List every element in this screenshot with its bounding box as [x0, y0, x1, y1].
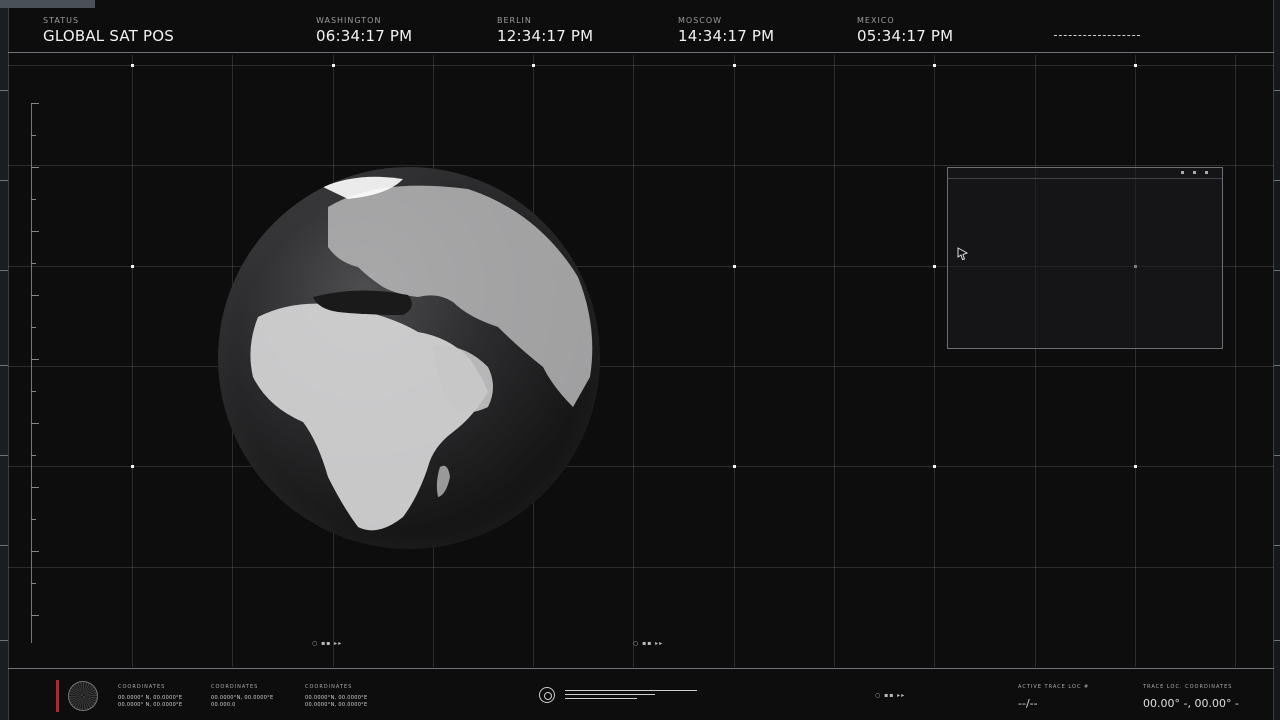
- coordinates-label: COORDINATES: [305, 684, 353, 690]
- clock-city: BERLIN: [497, 16, 532, 25]
- radar-dial-icon[interactable]: [68, 681, 98, 711]
- clock-city: MEXICO: [857, 16, 895, 25]
- coordinates-line: 00.000.0: [211, 702, 236, 708]
- header-dashed-divider: [1054, 35, 1140, 36]
- signal-bars: [565, 690, 697, 702]
- trace-coordinates-value: 00.00° -, 00.00° -: [1143, 697, 1239, 710]
- active-trace: ACTIVE TRACE LOC # --/--: [1018, 684, 1089, 710]
- indicator-bottom: ○ ▪▪ ▸▸: [875, 692, 906, 699]
- coordinates-block-1: COORDINATES 00.0000° N, 00.0000°E 00.000…: [118, 684, 182, 709]
- clock-washington: WASHINGTON 06:34:17 PM: [316, 16, 412, 45]
- alert-marker: [56, 680, 59, 712]
- coordinates-block-3: COORDINATES 00.0000°N, 00.0000°E 00.0000…: [305, 684, 367, 709]
- footer-rule: [8, 668, 1274, 669]
- clock-time: 12:34:17 PM: [497, 27, 594, 45]
- globe-continents: [250, 176, 593, 531]
- right-edge-strip: [1274, 0, 1280, 720]
- coordinates-line: 00.0000°N, 00.0000°E: [305, 702, 368, 708]
- clock-city: MOSCOW: [678, 16, 723, 25]
- window-titlebar[interactable]: [948, 168, 1222, 179]
- active-trace-label: ACTIVE TRACE LOC #: [1018, 684, 1090, 690]
- status-value: GLOBAL SAT POS: [43, 27, 174, 45]
- header-bar: STATUS GLOBAL SAT POS WASHINGTON 06:34:1…: [8, 0, 1274, 54]
- clock-time: 05:34:17 PM: [857, 27, 954, 45]
- footer-bar: COORDINATES 00.0000° N, 00.0000°E 00.000…: [8, 668, 1274, 720]
- left-edge-strip: [0, 0, 8, 720]
- header-rule: [8, 52, 1274, 53]
- target-reticle-icon[interactable]: [539, 687, 555, 703]
- trace-coordinates-label: TRACE LOC. COORDINATES: [1143, 684, 1233, 690]
- clock-moscow: MOSCOW 14:34:17 PM: [678, 16, 774, 45]
- clock-city: WASHINGTON: [316, 16, 382, 25]
- window-minimize-icon[interactable]: [1181, 171, 1184, 174]
- status-label: STATUS: [43, 16, 80, 25]
- coordinates-line: 00.0000°N, 00.0000°E: [305, 695, 368, 701]
- trace-coordinates: TRACE LOC. COORDINATES 00.00° -, 00.00° …: [1143, 684, 1239, 710]
- clock-mexico: MEXICO 05:34:17 PM: [857, 16, 953, 45]
- coordinates-label: COORDINATES: [118, 684, 166, 690]
- window-close-icon[interactable]: [1205, 171, 1208, 174]
- coordinates-block-2: COORDINATES 00.0000°N, 00.0000°E 00.000.…: [211, 684, 273, 709]
- indicator-center: ○ ▪▪ ▸▸: [633, 640, 664, 647]
- clock-berlin: BERLIN 12:34:17 PM: [497, 16, 593, 45]
- coordinates-line: 00.0000° N, 00.0000°E: [118, 695, 183, 701]
- active-trace-value: --/--: [1018, 697, 1038, 710]
- info-window[interactable]: [947, 167, 1223, 349]
- earth-globe[interactable]: [218, 167, 600, 549]
- coordinates-line: 00.0000° N, 00.0000°E: [118, 702, 183, 708]
- window-maximize-icon[interactable]: [1193, 171, 1196, 174]
- coordinates-label: COORDINATES: [211, 684, 259, 690]
- vertical-ruler: [31, 103, 32, 643]
- indicator-left: ○ ▪▪ ▸▸: [312, 640, 343, 647]
- clock-time: 14:34:17 PM: [678, 27, 775, 45]
- clock-time: 06:34:17 PM: [316, 27, 413, 45]
- map-grid: [8, 55, 1274, 667]
- cursor-icon: [957, 247, 969, 261]
- coordinates-line: 00.0000°N, 00.0000°E: [211, 695, 274, 701]
- status-block: STATUS GLOBAL SAT POS: [43, 16, 174, 45]
